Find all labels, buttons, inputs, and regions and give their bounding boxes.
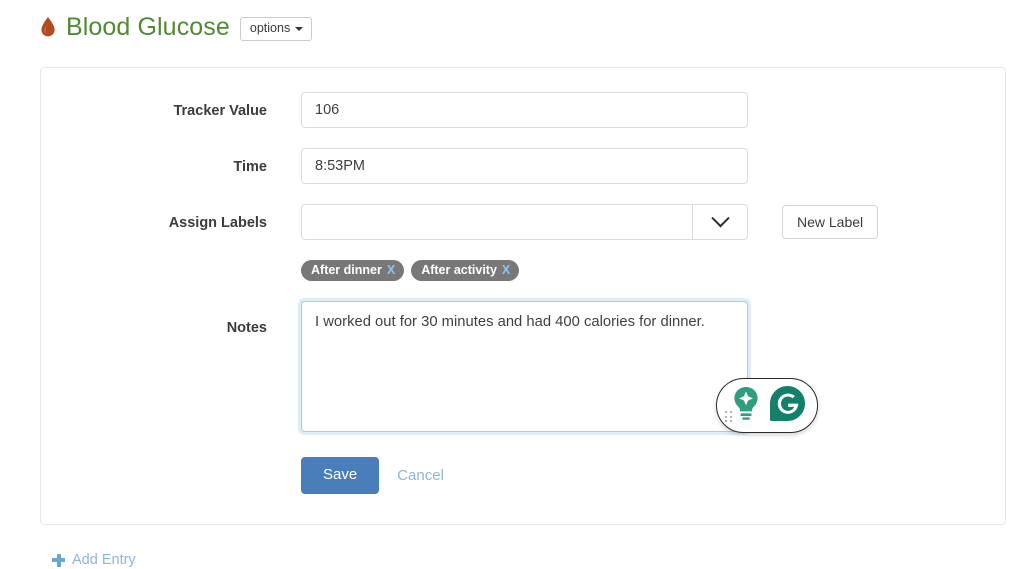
time-label: Time <box>41 160 267 175</box>
page-root: Blood Glucose options Tracker Value Time… <box>0 0 1024 569</box>
remove-label-icon[interactable]: X <box>387 263 395 277</box>
drag-dots-icon[interactable] <box>725 411 734 422</box>
tracker-value-label: Tracker Value <box>41 104 267 119</box>
label-chip-text: After dinner <box>311 263 382 277</box>
save-button[interactable]: Save <box>301 457 379 494</box>
page-header: Blood Glucose options <box>40 14 312 41</box>
remove-label-icon[interactable]: X <box>502 263 510 277</box>
assign-labels-label: Assign Labels <box>41 216 267 231</box>
assigned-label-chips: After dinner X After activity X <box>301 260 519 281</box>
new-label-button[interactable]: New Label <box>782 205 878 239</box>
notes-label: Notes <box>41 321 267 336</box>
add-entry-button[interactable]: Add Entry <box>52 552 136 568</box>
options-button-label: options <box>250 22 290 36</box>
notes-field-wrap <box>301 301 748 432</box>
chevron-down-icon[interactable] <box>692 204 748 240</box>
label-chip[interactable]: After activity X <box>411 260 519 281</box>
plus-icon <box>52 554 65 567</box>
label-chip-text: After activity <box>421 263 497 277</box>
cancel-button[interactable]: Cancel <box>397 467 444 484</box>
add-entry-label: Add Entry <box>72 552 136 568</box>
chevron-down-icon <box>295 27 303 31</box>
label-chip[interactable]: After dinner X <box>301 260 404 281</box>
page-title: Blood Glucose <box>66 15 230 40</box>
time-input[interactable] <box>301 148 748 184</box>
grammarly-g-icon[interactable] <box>769 385 806 427</box>
entry-form-card: Tracker Value Time Assign Labels New Lab… <box>40 67 1006 525</box>
options-button[interactable]: options <box>240 17 312 41</box>
assign-labels-select[interactable] <box>301 204 748 240</box>
tracker-value-input[interactable] <box>301 92 748 128</box>
assign-labels-input[interactable] <box>301 204 692 240</box>
form-actions: Save Cancel <box>301 457 444 494</box>
grammarly-widget[interactable] <box>716 378 818 433</box>
notes-textarea[interactable] <box>301 301 748 432</box>
blood-drop-icon <box>40 16 56 38</box>
